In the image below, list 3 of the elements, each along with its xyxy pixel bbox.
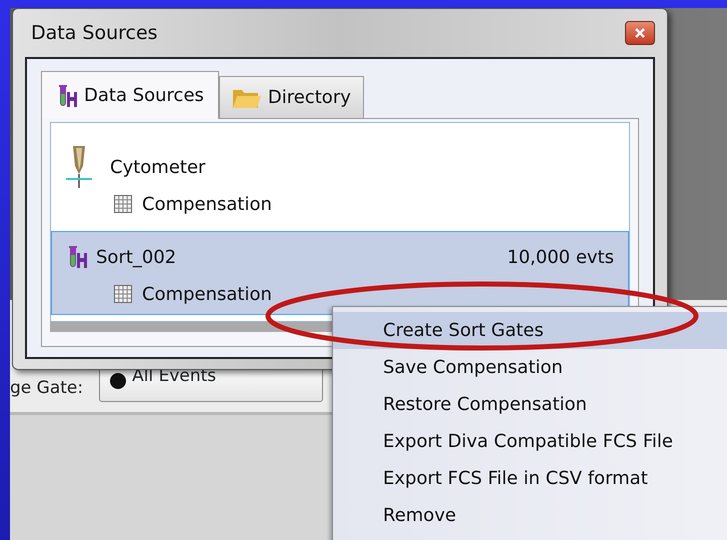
event-count: 10,000 evts xyxy=(507,246,614,270)
field-label: ge Gate: xyxy=(10,377,84,400)
window-title: Data Sources xyxy=(31,20,158,46)
